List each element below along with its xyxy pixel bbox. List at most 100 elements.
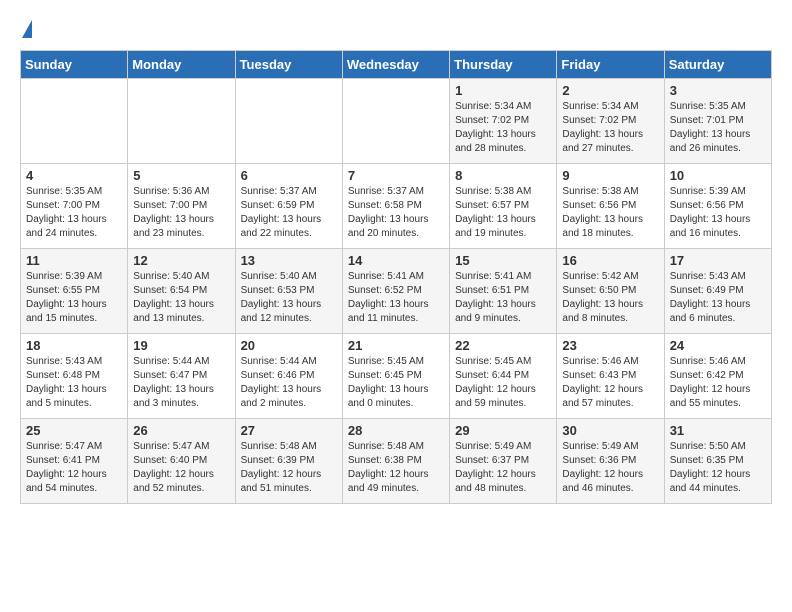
calendar-cell: 8 Sunrise: 5:38 AMSunset: 6:57 PMDaylight… — [450, 164, 557, 249]
week-row-1: 1 Sunrise: 5:34 AMSunset: 7:02 PMDaylight… — [21, 79, 772, 164]
day-number: 25 — [26, 423, 122, 438]
cell-info: Sunrise: 5:46 AMSunset: 6:42 PMDaylight:… — [670, 355, 766, 411]
cell-info: Sunrise: 5:49 AMSunset: 6:37 PMDaylight:… — [455, 440, 551, 496]
day-number: 18 — [26, 338, 122, 353]
calendar-cell: 25 Sunrise: 5:47 AMSunset: 6:41 PMDayligh… — [21, 419, 128, 504]
calendar-cell: 12Sunrise: 5:40 AMSunset: 6:54 PMDayligh… — [128, 249, 235, 334]
calendar-cell: 19 Sunrise: 5:44 AMSunset: 6:47 PMDayligh… — [128, 334, 235, 419]
day-number: 22 — [455, 338, 551, 353]
day-number: 14 — [348, 253, 444, 268]
day-number: 30 — [562, 423, 658, 438]
day-number: 21 — [348, 338, 444, 353]
week-row-4: 18 Sunrise: 5:43 AMSunset: 6:48 PMDayligh… — [21, 334, 772, 419]
calendar-cell: 13 Sunrise: 5:40 AMSunset: 6:53 PMDayligh… — [235, 249, 342, 334]
calendar-cell — [128, 79, 235, 164]
calendar-cell: 7Sunrise: 5:37 AMSunset: 6:58 PMDaylight… — [342, 164, 449, 249]
day-number: 24 — [670, 338, 766, 353]
calendar-cell: 1 Sunrise: 5:34 AMSunset: 7:02 PMDaylight… — [450, 79, 557, 164]
day-number: 28 — [348, 423, 444, 438]
day-number: 19 — [133, 338, 229, 353]
day-number: 11 — [26, 253, 122, 268]
day-number: 8 — [455, 168, 551, 183]
cell-info: Sunrise: 5:38 AMSunset: 6:57 PMDaylight:… — [455, 185, 551, 241]
calendar-cell: 26 Sunrise: 5:47 AMSunset: 6:40 PMDayligh… — [128, 419, 235, 504]
cell-info: Sunrise: 5:43 AMSunset: 6:48 PMDaylight:… — [26, 355, 122, 411]
calendar-cell: 11 Sunrise: 5:39 AMSunset: 6:55 PMDayligh… — [21, 249, 128, 334]
calendar-cell: 3 Sunrise: 5:35 AMSunset: 7:01 PMDaylight… — [664, 79, 771, 164]
cell-info: Sunrise: 5:48 AMSunset: 6:38 PMDaylight:… — [348, 440, 444, 496]
calendar-cell: 14 Sunrise: 5:41 AMSunset: 6:52 PMDayligh… — [342, 249, 449, 334]
week-row-2: 4 Sunrise: 5:35 AMSunset: 7:00 PMDaylight… — [21, 164, 772, 249]
cell-info: Sunrise: 5:34 AMSunset: 7:02 PMDaylight:… — [562, 100, 658, 156]
cell-info: Sunrise: 5:47 AMSunset: 6:41 PMDaylight:… — [26, 440, 122, 496]
cell-info: Sunrise: 5:47 AMSunset: 6:40 PMDaylight:… — [133, 440, 229, 496]
calendar-cell: 23Sunrise: 5:46 AMSunset: 6:43 PMDayligh… — [557, 334, 664, 419]
calendar-cell: 28 Sunrise: 5:48 AMSunset: 6:38 PMDayligh… — [342, 419, 449, 504]
cell-info: Sunrise: 5:42 AMSunset: 6:50 PMDaylight:… — [562, 270, 658, 326]
day-number: 31 — [670, 423, 766, 438]
calendar-cell: 9 Sunrise: 5:38 AMSunset: 6:56 PMDaylight… — [557, 164, 664, 249]
cell-info: Sunrise: 5:38 AMSunset: 6:56 PMDaylight:… — [562, 185, 658, 241]
day-header-tuesday: Tuesday — [235, 51, 342, 79]
calendar-cell: 4 Sunrise: 5:35 AMSunset: 7:00 PMDaylight… — [21, 164, 128, 249]
cell-info: Sunrise: 5:44 AMSunset: 6:46 PMDaylight:… — [241, 355, 337, 411]
calendar-cell — [235, 79, 342, 164]
day-number: 16 — [562, 253, 658, 268]
logo — [20, 20, 32, 40]
day-header-saturday: Saturday — [664, 51, 771, 79]
day-number: 5 — [133, 168, 229, 183]
day-number: 27 — [241, 423, 337, 438]
day-number: 13 — [241, 253, 337, 268]
cell-info: Sunrise: 5:41 AMSunset: 6:51 PMDaylight:… — [455, 270, 551, 326]
day-number: 1 — [455, 83, 551, 98]
cell-info: Sunrise: 5:39 AMSunset: 6:55 PMDaylight:… — [26, 270, 122, 326]
calendar-cell: 22 Sunrise: 5:45 AMSunset: 6:44 PMDayligh… — [450, 334, 557, 419]
calendar-cell — [21, 79, 128, 164]
cell-info: Sunrise: 5:40 AMSunset: 6:53 PMDaylight:… — [241, 270, 337, 326]
day-number: 20 — [241, 338, 337, 353]
calendar-cell: 24 Sunrise: 5:46 AMSunset: 6:42 PMDayligh… — [664, 334, 771, 419]
cell-info: Sunrise: 5:48 AMSunset: 6:39 PMDaylight:… — [241, 440, 337, 496]
logo-triangle-icon — [22, 20, 32, 38]
day-number: 15 — [455, 253, 551, 268]
calendar-cell: 15 Sunrise: 5:41 AMSunset: 6:51 PMDayligh… — [450, 249, 557, 334]
day-number: 2 — [562, 83, 658, 98]
cell-info: Sunrise: 5:44 AMSunset: 6:47 PMDaylight:… — [133, 355, 229, 411]
cell-info: Sunrise: 5:45 AMSunset: 6:45 PMDaylight:… — [348, 355, 444, 411]
calendar-cell: 2 Sunrise: 5:34 AMSunset: 7:02 PMDaylight… — [557, 79, 664, 164]
day-number: 29 — [455, 423, 551, 438]
header-row: SundayMondayTuesdayWednesdayThursdayFrid… — [21, 51, 772, 79]
day-number: 3 — [670, 83, 766, 98]
day-header-monday: Monday — [128, 51, 235, 79]
calendar-cell: 10Sunrise: 5:39 AMSunset: 6:56 PMDayligh… — [664, 164, 771, 249]
cell-info: Sunrise: 5:45 AMSunset: 6:44 PMDaylight:… — [455, 355, 551, 411]
cell-info: Sunrise: 5:41 AMSunset: 6:52 PMDaylight:… — [348, 270, 444, 326]
calendar-cell: 18 Sunrise: 5:43 AMSunset: 6:48 PMDayligh… — [21, 334, 128, 419]
calendar-cell: 29 Sunrise: 5:49 AMSunset: 6:37 PMDayligh… — [450, 419, 557, 504]
cell-info: Sunrise: 5:34 AMSunset: 7:02 PMDaylight:… — [455, 100, 551, 156]
calendar-cell: 17Sunrise: 5:43 AMSunset: 6:49 PMDayligh… — [664, 249, 771, 334]
calendar-cell: 16 Sunrise: 5:42 AMSunset: 6:50 PMDayligh… — [557, 249, 664, 334]
week-row-3: 11 Sunrise: 5:39 AMSunset: 6:55 PMDayligh… — [21, 249, 772, 334]
calendar-table: SundayMondayTuesdayWednesdayThursdayFrid… — [20, 50, 772, 504]
day-header-sunday: Sunday — [21, 51, 128, 79]
calendar-cell: 27 Sunrise: 5:48 AMSunset: 6:39 PMDayligh… — [235, 419, 342, 504]
calendar-cell: 31Sunrise: 5:50 AMSunset: 6:35 PMDayligh… — [664, 419, 771, 504]
cell-info: Sunrise: 5:35 AMSunset: 7:01 PMDaylight:… — [670, 100, 766, 156]
day-number: 12 — [133, 253, 229, 268]
cell-info: Sunrise: 5:36 AMSunset: 7:00 PMDaylight:… — [133, 185, 229, 241]
cell-info: Sunrise: 5:37 AMSunset: 6:58 PMDaylight:… — [348, 185, 444, 241]
day-header-wednesday: Wednesday — [342, 51, 449, 79]
cell-info: Sunrise: 5:46 AMSunset: 6:43 PMDaylight:… — [562, 355, 658, 411]
day-number: 4 — [26, 168, 122, 183]
cell-info: Sunrise: 5:43 AMSunset: 6:49 PMDaylight:… — [670, 270, 766, 326]
cell-info: Sunrise: 5:35 AMSunset: 7:00 PMDaylight:… — [26, 185, 122, 241]
cell-info: Sunrise: 5:37 AMSunset: 6:59 PMDaylight:… — [241, 185, 337, 241]
day-number: 9 — [562, 168, 658, 183]
page-header — [20, 20, 772, 40]
day-number: 10 — [670, 168, 766, 183]
day-number: 6 — [241, 168, 337, 183]
week-row-5: 25 Sunrise: 5:47 AMSunset: 6:41 PMDayligh… — [21, 419, 772, 504]
day-number: 26 — [133, 423, 229, 438]
calendar-cell: 21 Sunrise: 5:45 AMSunset: 6:45 PMDayligh… — [342, 334, 449, 419]
